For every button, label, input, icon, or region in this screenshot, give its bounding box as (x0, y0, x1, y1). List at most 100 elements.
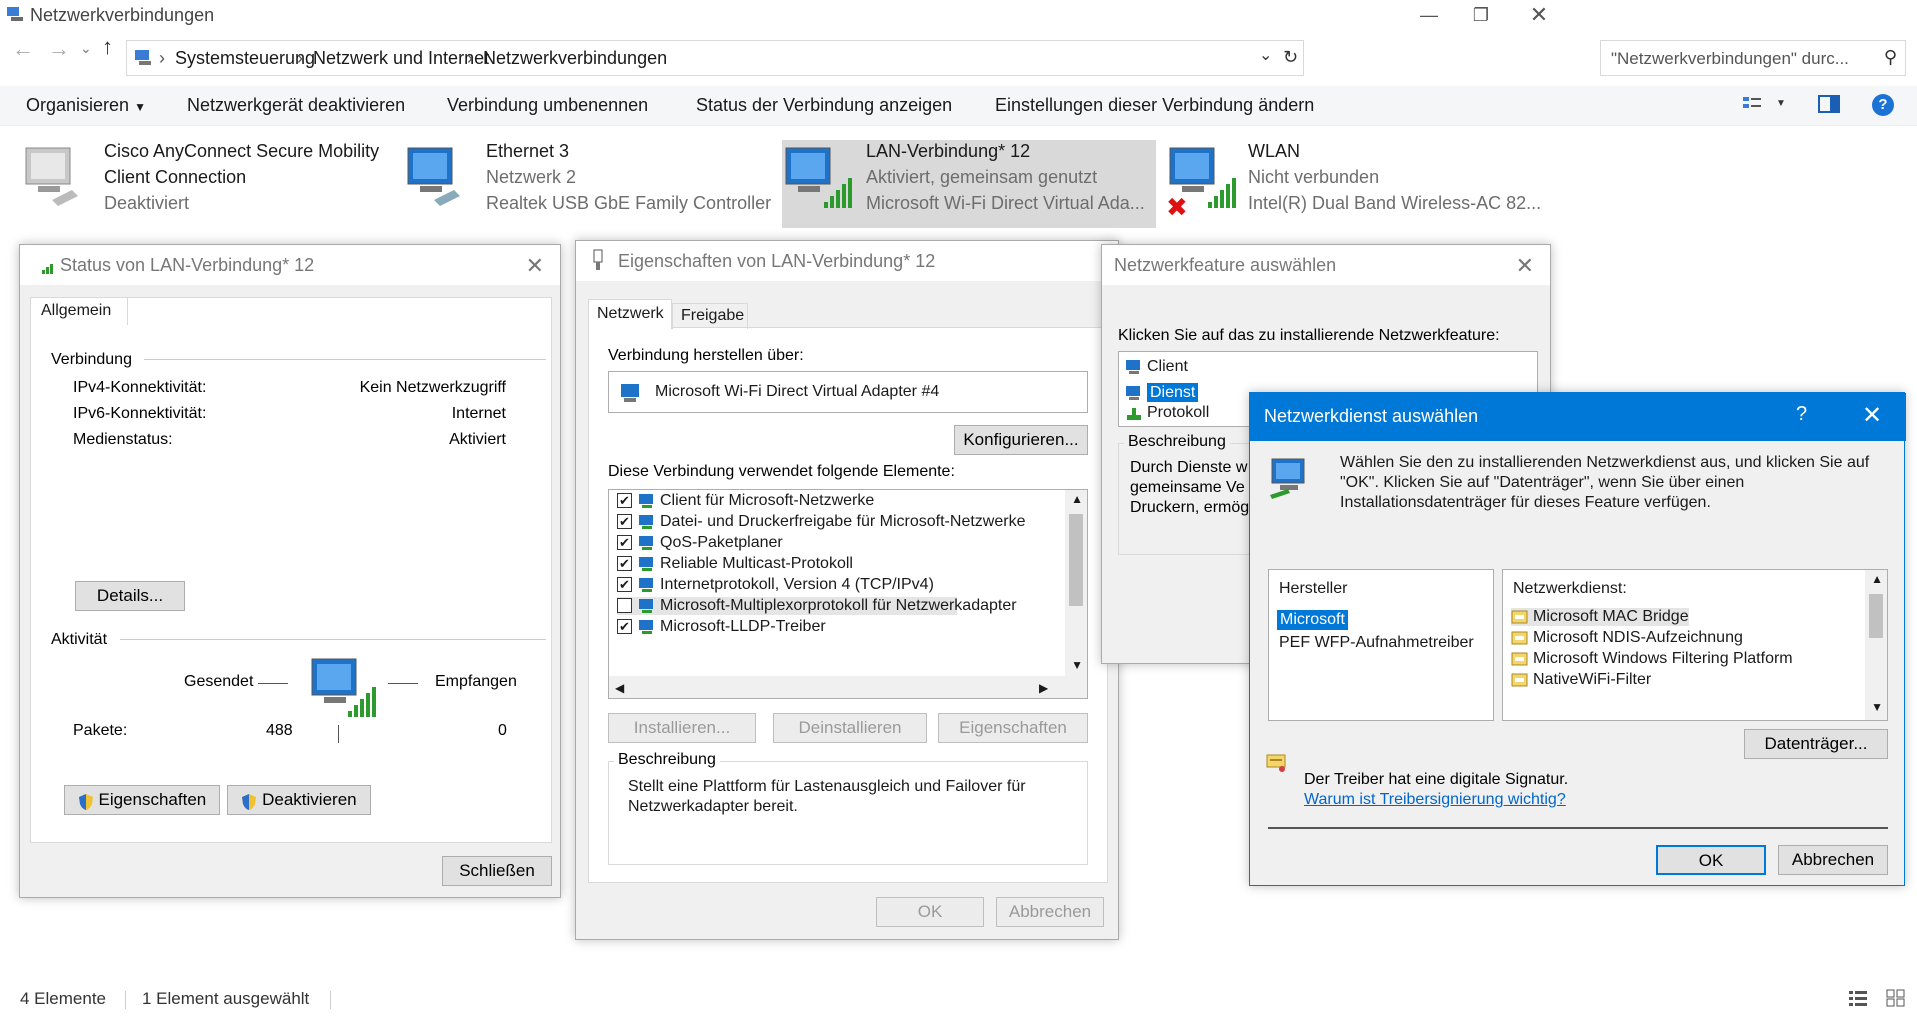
back-icon[interactable]: ← (12, 36, 34, 62)
ipv4-value: Kein Netzwerkzugriff (359, 379, 506, 396)
help-button[interactable]: ? (1796, 403, 1807, 426)
scrollbar[interactable] (1865, 570, 1887, 720)
service-dialog: Netzwerkdienst auswählen ? ✕ Wählen Sie … (1249, 392, 1906, 886)
element-row[interactable]: ✔ Reliable Multicast-Protokoll (617, 555, 853, 573)
breadcrumb-netzwerk-und-internet[interactable]: Netzwerk und Internet (313, 48, 489, 69)
recent-locations-icon[interactable]: ⌄ (80, 40, 92, 57)
close-icon[interactable]: ✕ (1862, 401, 1882, 430)
configure-button[interactable]: Konfigurieren... (954, 425, 1088, 455)
connection-item[interactable]: ✖ WLAN Nicht verbunden Intel(R) Dual Ban… (1166, 138, 1546, 228)
media-status-label: Medienstatus: (73, 431, 173, 448)
refresh-icon[interactable]: ↻ (1283, 47, 1298, 68)
close-icon[interactable]: ✕ (526, 253, 544, 279)
preview-pane-icon[interactable] (1818, 95, 1840, 118)
horizontal-scrollbar[interactable] (609, 676, 1087, 698)
element-row[interactable]: ✔ QoS-Paketplaner (617, 534, 783, 552)
maximize-button[interactable]: ❐ (1458, 0, 1504, 30)
cancel-button[interactable]: Abbrechen (1778, 845, 1888, 875)
protocol-icon (1125, 405, 1143, 421)
scroll-left-icon[interactable]: ◀ (615, 681, 624, 695)
divider (125, 991, 126, 1009)
view-options-icon[interactable] (1742, 94, 1762, 119)
connection-item[interactable]: Cisco AnyConnect Secure Mobility Client … (22, 138, 392, 228)
manufacturer-item-selected[interactable]: Microsoft (1277, 610, 1348, 630)
tab-freigabe[interactable]: Freigabe (672, 303, 748, 329)
client-icon (1125, 359, 1143, 375)
details-button[interactable]: Details... (75, 581, 185, 611)
service-package-icon (1511, 609, 1529, 625)
connection-device: Microsoft Wi-Fi Direct Virtual Ada... (866, 193, 1145, 213)
network-connections-icon (6, 6, 24, 27)
network-service-icon (1266, 453, 1314, 506)
feature-item-client[interactable]: Client (1125, 358, 1188, 376)
scrollbar-thumb[interactable] (1069, 514, 1083, 606)
help-icon[interactable]: ? (1872, 94, 1894, 116)
close-button[interactable]: ✕ (1516, 0, 1562, 30)
tab-allgemein[interactable]: Allgemein (30, 297, 128, 325)
connection-item-selected[interactable]: LAN-Verbindung* 12 Aktiviert, gemeinsam … (782, 140, 1156, 228)
service-item[interactable]: Microsoft MAC Bridge (1511, 608, 1689, 626)
service-item[interactable]: Microsoft NDIS-Aufzeichnung (1511, 629, 1743, 647)
section-activity: Aktivität (51, 631, 108, 648)
scroll-up-icon[interactable]: ▲ (1071, 492, 1083, 506)
cancel-button[interactable]: Abbrechen (996, 897, 1104, 927)
checked-checkbox-icon[interactable]: ✔ (617, 535, 632, 551)
scroll-down-icon[interactable]: ▼ (1871, 700, 1883, 714)
close-icon[interactable]: ✕ (1516, 253, 1534, 279)
element-label: Datei- und Druckerfreigabe für Microsoft… (660, 513, 1026, 530)
scrollbar-thumb[interactable] (1869, 594, 1883, 638)
description-line: gemeinsame Ve (1130, 479, 1245, 496)
element-row[interactable]: ✔ Internetprotokoll, Version 4 (TCP/IPv4) (617, 576, 934, 594)
adapter-name: Microsoft Wi-Fi Direct Virtual Adapter #… (655, 383, 940, 400)
search-input[interactable]: "Netzwerkverbindungen" durc... ⚲ (1600, 40, 1906, 76)
service-label: Microsoft Windows Filtering Platform (1533, 650, 1793, 667)
element-row[interactable]: ✔ Datei- und Druckerfreigabe für Microsof… (617, 513, 1025, 531)
checked-checkbox-icon[interactable]: ✔ (617, 556, 632, 572)
why-signing-link[interactable]: Warum ist Treibersignierung wichtig? (1304, 791, 1566, 809)
service-item[interactable]: NativeWiFi-Filter (1511, 671, 1651, 689)
disable-device-button[interactable]: Netzwerkgerät deaktivieren (187, 95, 405, 116)
tab-netzwerk[interactable]: Netzwerk (588, 299, 672, 329)
rename-connection-button[interactable]: Verbindung umbenennen (447, 95, 648, 116)
feature-item-dienst[interactable]: Dienst (1125, 383, 1199, 402)
disable-button[interactable]: Deaktivieren (227, 785, 371, 815)
ok-button[interactable]: OK (876, 897, 984, 927)
checked-checkbox-icon[interactable]: ✔ (617, 619, 632, 635)
install-button[interactable]: Installieren... (608, 713, 756, 743)
ok-button[interactable]: OK (1656, 845, 1766, 875)
view-dropdown-icon[interactable]: ▼ (1776, 98, 1786, 109)
address-bar[interactable]: › Systemsteuerung › Netzwerk und Interne… (126, 40, 1304, 76)
change-settings-button[interactable]: Einstellungen dieser Verbindung ändern (995, 95, 1314, 116)
up-icon[interactable]: ↑ (102, 34, 113, 60)
service-item[interactable]: Microsoft Windows Filtering Platform (1511, 650, 1793, 668)
organize-menu[interactable]: Organisieren ▼ (26, 95, 146, 116)
scroll-up-icon[interactable]: ▲ (1871, 572, 1883, 586)
address-dropdown-icon[interactable]: ⌄ (1259, 45, 1272, 65)
element-row[interactable]: ✔ Client für Microsoft-Netzwerke (617, 492, 874, 510)
element-row[interactable]: ✔ Microsoft-LLDP-Treiber (617, 618, 826, 636)
checked-checkbox-icon[interactable]: ✔ (617, 577, 632, 593)
element-row[interactable]: Microsoft-Multiplexorprotokoll für Netzw… (617, 597, 1017, 615)
feature-item-protokoll[interactable]: Protokoll (1125, 404, 1209, 422)
connection-item[interactable]: Ethernet 3 Netzwerk 2 Realtek USB GbE Fa… (404, 138, 774, 228)
uninstall-button[interactable]: Deinstallieren (773, 713, 927, 743)
unchecked-checkbox-icon[interactable] (617, 598, 632, 614)
view-status-button[interactable]: Status der Verbindung anzeigen (696, 95, 952, 116)
scroll-right-icon[interactable]: ▶ (1039, 681, 1048, 695)
minimize-button[interactable]: — (1406, 0, 1452, 30)
item-properties-button[interactable]: Eigenschaften (938, 713, 1088, 743)
scroll-down-icon[interactable]: ▼ (1071, 658, 1083, 672)
adapter-field: Microsoft Wi-Fi Direct Virtual Adapter #… (608, 371, 1088, 413)
checked-checkbox-icon[interactable]: ✔ (617, 514, 632, 530)
breadcrumb-netzwerkverbindungen[interactable]: Netzwerkverbindungen (483, 48, 667, 69)
details-view-icon[interactable] (1848, 989, 1868, 1012)
connect-via-label: Verbindung herstellen über: (608, 347, 804, 364)
manufacturer-item[interactable]: PEF WFP-Aufnahmetreiber (1279, 634, 1474, 652)
forward-icon[interactable]: → (48, 36, 70, 62)
breadcrumb-systemsteuerung[interactable]: Systemsteuerung (175, 48, 315, 69)
disk-button[interactable]: Datenträger... (1744, 729, 1888, 759)
tiles-view-icon[interactable] (1886, 989, 1906, 1012)
close-dialog-button[interactable]: Schließen (442, 856, 552, 886)
properties-button[interactable]: Eigenschaften (64, 785, 220, 815)
checked-checkbox-icon[interactable]: ✔ (617, 493, 632, 509)
